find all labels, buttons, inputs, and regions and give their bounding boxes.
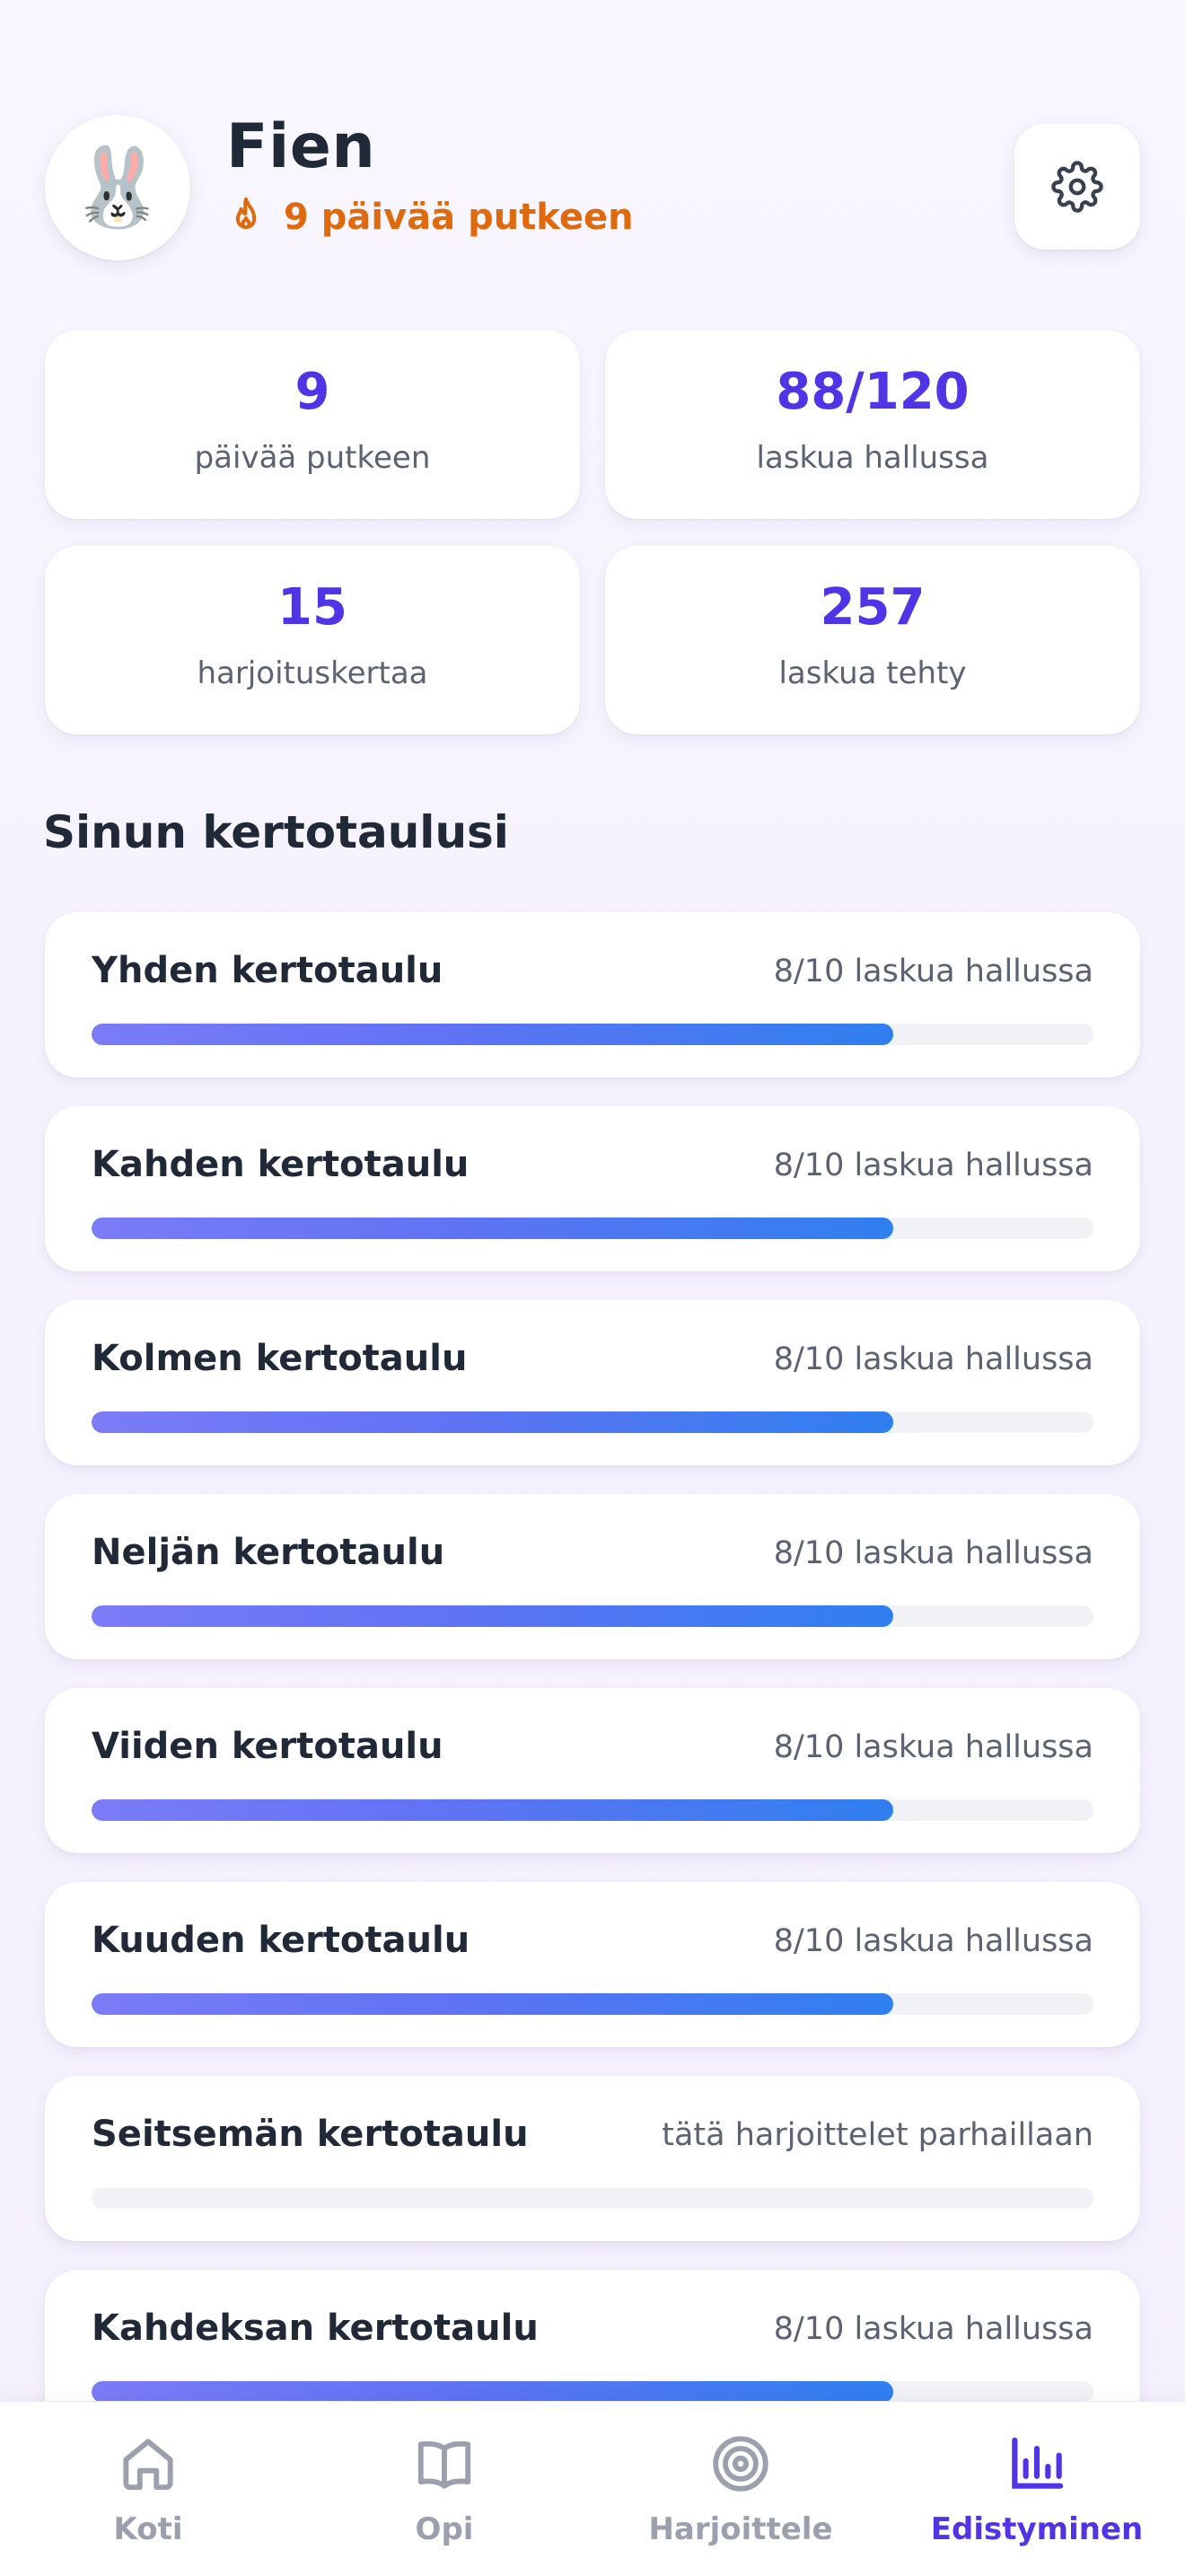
progress-fill	[92, 1799, 893, 1821]
book-icon	[417, 2440, 471, 2489]
table-status: 8/10 laskua hallussa	[773, 1147, 1093, 1183]
progress-track	[92, 1411, 1093, 1433]
progress-track	[92, 2187, 1093, 2209]
progress-track	[92, 2381, 1093, 2403]
table-row-5[interactable]: Viiden kertotaulu 8/10 laskua hallussa	[45, 1688, 1140, 1853]
stat-card-mastered: 88/120 laskua hallussa	[605, 330, 1140, 519]
progress-track	[92, 1799, 1093, 1821]
table-name: Kahdeksan kertotaulu	[92, 2308, 539, 2349]
nav-item-home[interactable]: Koti	[0, 2402, 296, 2576]
table-status: 8/10 laskua hallussa	[773, 1535, 1093, 1571]
table-name: Kolmen kertotaulu	[92, 1338, 468, 1379]
stat-card-streak: 9 päivää putkeen	[45, 330, 580, 519]
nav-item-practice[interactable]: Harjoittele	[592, 2402, 889, 2576]
table-row-6[interactable]: Kuuden kertotaulu 8/10 laskua hallussa	[45, 1882, 1140, 2047]
nav-item-progress[interactable]: Edistyminen	[889, 2402, 1185, 2576]
table-name: Neljän kertotaulu	[92, 1532, 445, 1573]
progress-screen: 🐰 Fien 9 päivää putkeen 9 päivää putkeen…	[0, 0, 1185, 2576]
streak-indicator: 9 päivää putkeen	[226, 196, 634, 239]
target-icon	[713, 2436, 768, 2492]
table-row-1[interactable]: Yhden kertotaulu 8/10 laskua hallussa	[45, 912, 1140, 1077]
progress-fill	[92, 1218, 893, 1239]
table-name: Kuuden kertotaulu	[92, 1920, 470, 1961]
stat-label: laskua tehty	[778, 655, 967, 691]
stat-value: 9	[294, 363, 330, 421]
progress-fill	[92, 2381, 893, 2403]
progress-fill	[92, 1024, 893, 1045]
table-status: 8/10 laskua hallussa	[773, 2311, 1093, 2347]
progress-fill	[92, 1411, 893, 1433]
table-name: Viiden kertotaulu	[92, 1726, 443, 1767]
stat-value: 15	[277, 578, 347, 637]
progress-fill	[92, 1605, 893, 1627]
nav-label: Koti	[113, 2511, 183, 2547]
stat-label: laskua hallussa	[756, 440, 989, 476]
streak-text: 9 päivää putkeen	[284, 197, 634, 238]
bar-chart-icon	[1012, 2437, 1064, 2489]
nav-label: Edistyminen	[930, 2511, 1144, 2547]
stat-card-sessions: 15 harjoituskertaa	[45, 546, 580, 734]
table-status: 8/10 laskua hallussa	[773, 1923, 1093, 1959]
home-icon	[123, 2439, 173, 2491]
gear-icon	[1051, 161, 1103, 213]
table-status: 8/10 laskua hallussa	[773, 954, 1093, 989]
profile-name: Fien	[226, 111, 376, 182]
table-status: tätä harjoittelet parhaillaan	[662, 2117, 1093, 2153]
section-title: Sinun kertotaulusi	[43, 806, 509, 858]
progress-track	[92, 1605, 1093, 1627]
table-status: 8/10 laskua hallussa	[773, 1729, 1093, 1765]
avatar-emoji: 🐰	[69, 143, 166, 233]
table-row-2[interactable]: Kahden kertotaulu 8/10 laskua hallussa	[45, 1106, 1140, 1271]
table-name: Yhden kertotaulu	[92, 950, 443, 991]
stat-card-done: 257 laskua tehty	[605, 546, 1140, 734]
table-name: Seitsemän kertotaulu	[92, 2114, 529, 2155]
flame-icon	[235, 197, 257, 229]
stat-value: 88/120	[776, 363, 970, 421]
stat-label: harjoituskertaa	[197, 655, 428, 691]
nav-label: Harjoittele	[648, 2511, 833, 2547]
table-row-7[interactable]: Seitsemän kertotaulu tätä harjoittelet p…	[45, 2076, 1140, 2241]
table-status: 8/10 laskua hallussa	[773, 1341, 1093, 1377]
bottom-nav: Koti Opi Harjoittele Edistyminen	[0, 2401, 1185, 2576]
table-name: Kahden kertotaulu	[92, 1144, 470, 1185]
settings-button[interactable]	[1014, 124, 1140, 250]
table-row-3[interactable]: Kolmen kertotaulu 8/10 laskua hallussa	[45, 1300, 1140, 1465]
progress-track	[92, 1993, 1093, 2015]
stat-label: päivää putkeen	[194, 440, 431, 476]
avatar[interactable]: 🐰	[45, 115, 190, 260]
progress-track	[92, 1024, 1093, 1045]
progress-fill	[92, 1993, 893, 2015]
table-row-4[interactable]: Neljän kertotaulu 8/10 laskua hallussa	[45, 1494, 1140, 1659]
nav-label: Opi	[415, 2511, 474, 2547]
progress-track	[92, 1218, 1093, 1239]
nav-item-learn[interactable]: Opi	[296, 2402, 592, 2576]
stat-value: 257	[820, 578, 926, 637]
